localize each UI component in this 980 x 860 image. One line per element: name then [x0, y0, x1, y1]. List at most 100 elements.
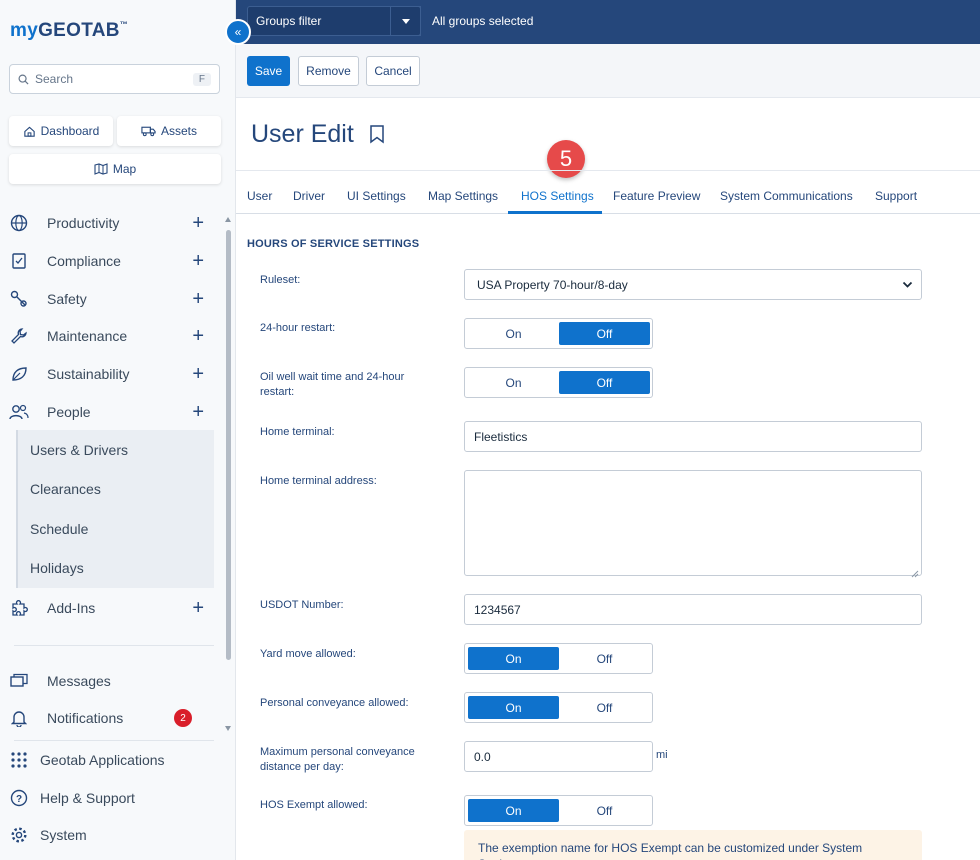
mygeotab-logo[interactable]: myGEOTAB™: [10, 20, 128, 42]
tab-user[interactable]: User: [247, 189, 272, 203]
home-terminal-input[interactable]: Fleetistics: [464, 421, 922, 452]
expand-plus-icon[interactable]: +: [192, 401, 204, 424]
subnav-item-schedule[interactable]: Schedule: [18, 509, 214, 549]
assets-button[interactable]: Assets: [117, 116, 221, 146]
subnav-item-users-drivers[interactable]: Users & Drivers: [18, 430, 214, 470]
tab-hos-settings[interactable]: HOS Settings: [521, 189, 594, 203]
yard-move-toggle[interactable]: On Off: [464, 643, 653, 674]
sidebar-item-label: Safety: [47, 291, 87, 307]
personal-conveyance-on-option[interactable]: On: [468, 696, 559, 719]
puzzle-icon: [9, 598, 29, 618]
subnav-item-clearances[interactable]: Clearances: [18, 470, 214, 510]
sidebar-item-productivity[interactable]: Productivity +: [0, 205, 222, 241]
tab-system-communications[interactable]: System Communications: [720, 189, 853, 203]
yard-move-on-option[interactable]: On: [468, 647, 559, 670]
personal-conveyance-toggle[interactable]: On Off: [464, 692, 653, 723]
usdot-label: USDOT Number:: [260, 599, 344, 611]
topbar: Groups filter All groups selected: [236, 0, 980, 44]
ruleset-value: USA Property 70-hour/8-day: [477, 277, 628, 292]
max-pc-distance-input[interactable]: 0.0: [464, 741, 653, 772]
oilwell-toggle[interactable]: On Off: [464, 367, 653, 398]
home-icon: [23, 125, 36, 138]
sidebar: myGEOTAB™ Search F Dashboard Assets Map …: [0, 0, 236, 860]
hos-exempt-off-option[interactable]: Off: [559, 799, 650, 822]
page-title: User Edit: [251, 120, 354, 148]
map-label: Map: [112, 162, 137, 176]
groups-filter-dropdown[interactable]: [390, 6, 421, 36]
cancel-button[interactable]: Cancel: [366, 56, 420, 86]
map-button[interactable]: Map: [9, 154, 221, 184]
tab-feature-preview[interactable]: Feature Preview: [613, 189, 700, 203]
sidebar-item-addins[interactable]: Add-Ins +: [0, 590, 222, 626]
hos-exempt-label: HOS Exempt allowed:: [260, 799, 368, 811]
remove-button[interactable]: Remove: [298, 56, 359, 86]
resize-handle-icon[interactable]: [911, 565, 919, 578]
sidebar-item-compliance[interactable]: Compliance +: [0, 243, 222, 279]
sidebar-item-notifications[interactable]: Notifications 2: [0, 700, 222, 736]
yard-move-label: Yard move allowed:: [260, 648, 356, 660]
tab-support[interactable]: Support: [875, 189, 917, 203]
logo-main: GEOTAB: [38, 20, 120, 41]
messages-icon: [9, 671, 29, 691]
hos-exempt-note: The exemption name for HOS Exempt can be…: [464, 830, 922, 860]
tab-map-settings[interactable]: Map Settings: [428, 189, 498, 203]
dashboard-label: Dashboard: [40, 124, 100, 138]
sidebar-item-messages[interactable]: Messages: [0, 663, 222, 699]
home-address-textarea[interactable]: [464, 470, 922, 578]
subnav-item-holidays[interactable]: Holidays: [18, 549, 214, 589]
sidebar-item-label: Messages: [47, 673, 111, 689]
toolbar: Save Remove Cancel: [236, 44, 980, 98]
clipboard-icon: [9, 251, 29, 271]
sidebar-item-people[interactable]: People +: [0, 394, 222, 430]
search-input[interactable]: Search F: [9, 64, 220, 94]
bell-icon: [9, 708, 29, 728]
expand-plus-icon[interactable]: +: [192, 363, 204, 386]
sidebar-scrollbar-thumb[interactable]: [226, 230, 231, 660]
expand-plus-icon[interactable]: +: [192, 325, 204, 348]
sidebar-item-system[interactable]: System: [0, 817, 222, 853]
restart-off-option[interactable]: Off: [559, 322, 650, 345]
sidebar-item-label: Help & Support: [40, 790, 135, 806]
safety-icon: [9, 289, 29, 309]
sidebar-item-safety[interactable]: Safety +: [0, 281, 222, 317]
collapse-sidebar-button[interactable]: «: [225, 19, 251, 45]
sidebar-item-label: Add-Ins: [47, 600, 96, 616]
sidebar-item-help[interactable]: ? Help & Support: [0, 780, 222, 816]
expand-plus-icon[interactable]: +: [192, 212, 204, 235]
hos-exempt-on-option[interactable]: On: [468, 799, 559, 822]
usdot-input[interactable]: 1234567: [464, 594, 922, 625]
max-pc-distance-label: Maximum personal conveyance distance per…: [260, 746, 415, 773]
oilwell-on-option[interactable]: On: [468, 371, 559, 394]
restart-label: 24-hour restart:: [260, 322, 336, 334]
expand-plus-icon[interactable]: +: [192, 597, 204, 620]
sidebar-item-label: Productivity: [47, 215, 120, 231]
max-pc-unit: mi: [656, 749, 668, 761]
oilwell-off-option[interactable]: Off: [559, 371, 650, 394]
groups-status: All groups selected: [432, 14, 534, 28]
save-button[interactable]: Save: [247, 56, 290, 86]
search-icon: [18, 74, 29, 85]
restart-on-option[interactable]: On: [468, 322, 559, 345]
sidebar-item-geotab-apps[interactable]: Geotab Applications: [0, 742, 222, 778]
expand-plus-icon[interactable]: +: [192, 288, 204, 311]
chevron-down-icon: [401, 16, 410, 26]
notifications-count-badge: 2: [174, 709, 192, 727]
sidebar-item-label: Notifications: [47, 710, 124, 726]
ruleset-label: Ruleset:: [260, 274, 301, 286]
globe-icon: [9, 213, 29, 233]
yard-move-off-option[interactable]: Off: [559, 647, 650, 670]
expand-plus-icon[interactable]: +: [192, 250, 204, 273]
personal-conveyance-off-option[interactable]: Off: [559, 696, 650, 719]
tab-driver[interactable]: Driver: [293, 189, 325, 203]
tab-ui-settings[interactable]: UI Settings: [347, 189, 406, 203]
ruleset-select[interactable]: USA Property 70-hour/8-day: [464, 269, 922, 300]
personal-conveyance-label: Personal conveyance allowed:: [260, 697, 409, 709]
sidebar-item-sustainability[interactable]: Sustainability +: [0, 356, 222, 392]
bookmark-icon[interactable]: [368, 124, 386, 149]
dashboard-button[interactable]: Dashboard: [9, 116, 113, 146]
hos-exempt-toggle[interactable]: On Off: [464, 795, 653, 826]
home-terminal-label: Home terminal:: [260, 426, 335, 438]
sidebar-item-maintenance[interactable]: Maintenance +: [0, 318, 222, 354]
restart-toggle[interactable]: On Off: [464, 318, 653, 349]
active-tab-indicator: [508, 211, 602, 214]
